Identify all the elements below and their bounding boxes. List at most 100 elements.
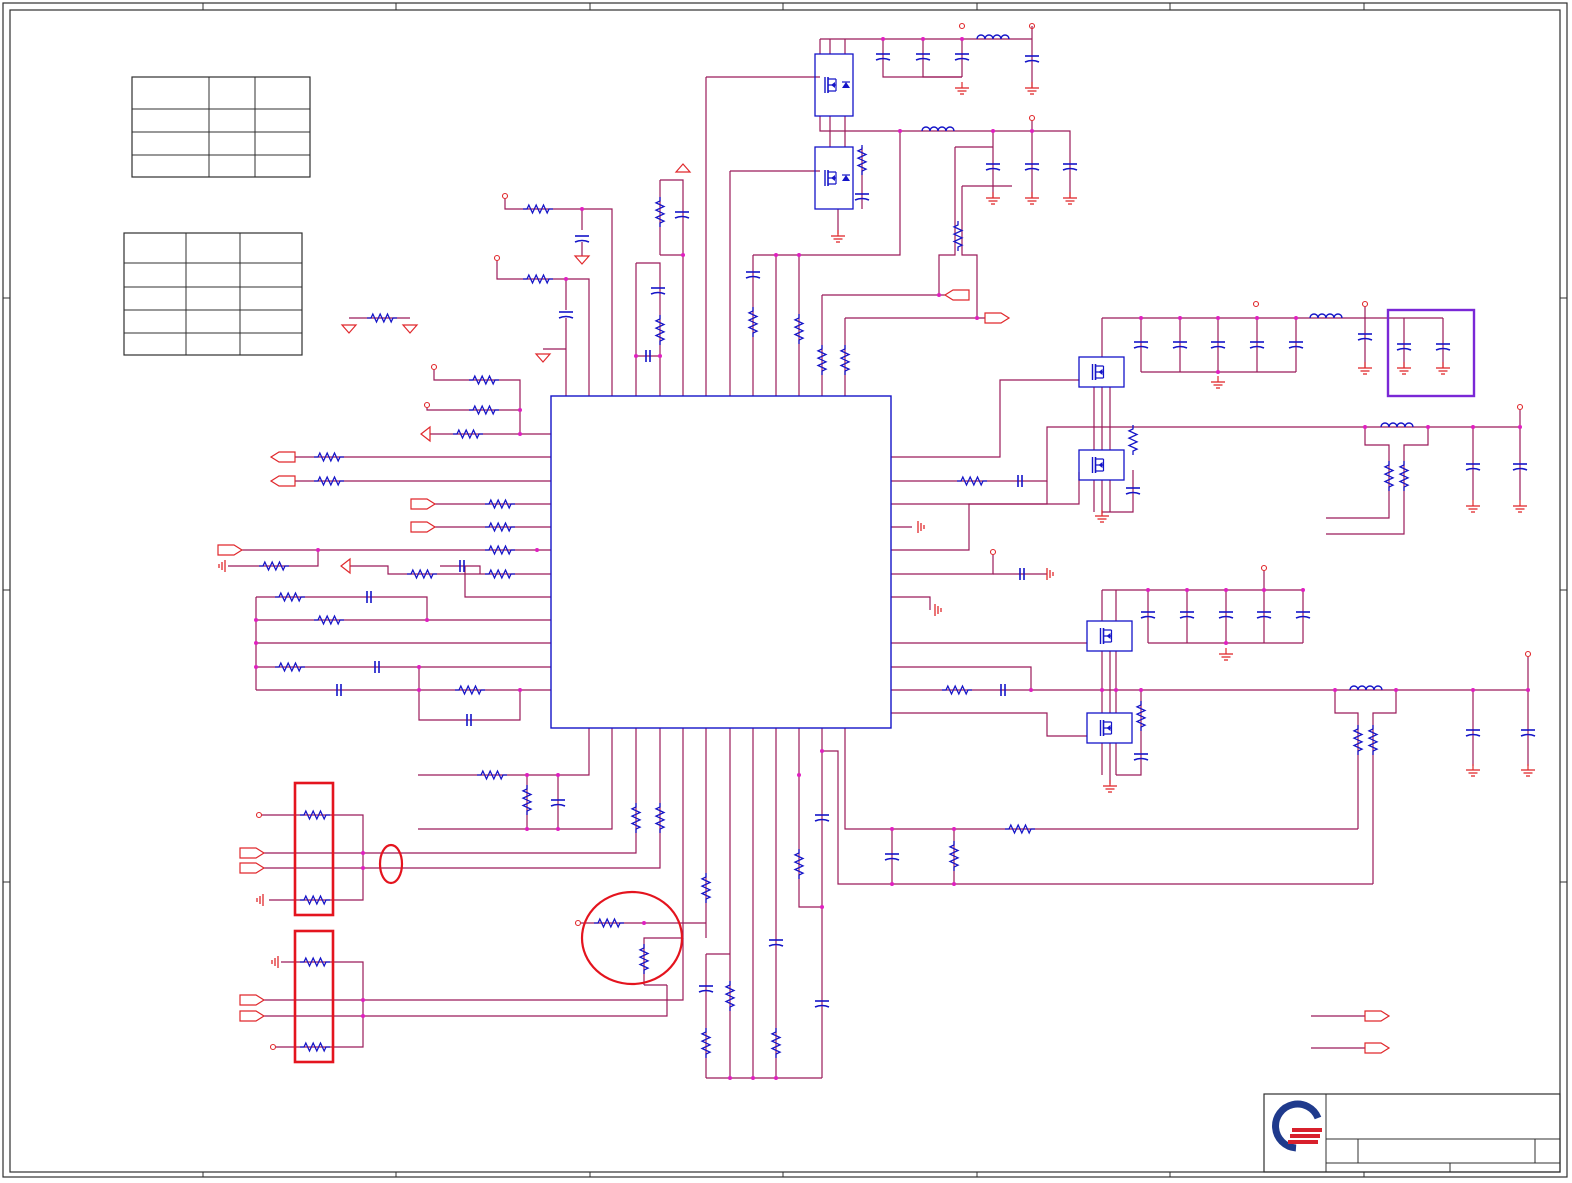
net-flag-icon xyxy=(943,289,970,301)
junction-dot xyxy=(1363,425,1367,429)
capacitor-plate xyxy=(650,291,666,295)
wire xyxy=(1102,470,1134,513)
junction-dot xyxy=(518,432,522,436)
power-port-icon xyxy=(674,163,692,173)
wires xyxy=(228,26,1529,1079)
resistor-icon xyxy=(259,560,289,572)
wire xyxy=(496,261,590,396)
junction-dot xyxy=(921,37,925,41)
wire xyxy=(891,596,931,610)
resistor-icon xyxy=(770,1028,782,1058)
wire xyxy=(1334,690,1359,829)
ground-icon xyxy=(1466,764,1480,777)
wire xyxy=(504,199,613,396)
power-port-icon xyxy=(989,548,997,556)
ground-icon xyxy=(1521,764,1535,777)
power-port-icon xyxy=(573,255,591,265)
junction-dot xyxy=(1262,588,1266,592)
wire xyxy=(891,555,994,575)
power-port-icon xyxy=(420,425,431,443)
resistor-icon xyxy=(948,841,960,871)
ground-icon xyxy=(1397,362,1411,375)
wire xyxy=(938,147,956,295)
ground-icon xyxy=(1211,376,1225,389)
junction-dot xyxy=(681,253,685,257)
junction-dot xyxy=(1333,688,1337,692)
schematic-sheet xyxy=(0,0,1572,1183)
net-flag-icon xyxy=(239,1010,266,1022)
wire xyxy=(262,814,364,901)
sheet-frame xyxy=(2,2,1568,1178)
junction-dot xyxy=(254,665,258,669)
logo-stripe xyxy=(1288,1140,1318,1144)
power-port-icon xyxy=(574,919,582,927)
mosfet-icon xyxy=(814,53,854,117)
junction-dot xyxy=(518,688,522,692)
junction-dot xyxy=(417,665,421,669)
resistor-icon xyxy=(300,956,330,968)
wire xyxy=(433,370,551,435)
junction-dot xyxy=(1471,688,1475,692)
power-port-icon xyxy=(340,557,351,575)
mosfet-diode xyxy=(842,82,850,88)
junction-dot xyxy=(890,827,894,831)
wire xyxy=(891,666,1032,690)
wire xyxy=(636,262,661,396)
resistor-icon xyxy=(1352,725,1364,755)
junction-dot xyxy=(316,548,320,552)
wire xyxy=(276,961,364,1048)
power-port-icon xyxy=(269,1043,277,1051)
components xyxy=(259,34,1536,1058)
inner-border xyxy=(9,9,1561,1173)
highlight-box xyxy=(293,781,335,917)
ground-icon xyxy=(1436,362,1450,375)
power-port-icon xyxy=(958,22,966,30)
junction-dot xyxy=(1216,370,1220,374)
junction-dot xyxy=(820,749,824,753)
ground-icon xyxy=(271,956,279,968)
capacitor-icon xyxy=(650,287,666,295)
net-flag-icon xyxy=(239,847,266,859)
option-table-1 xyxy=(131,76,311,178)
junction-dot xyxy=(1100,688,1104,692)
highlight-marks xyxy=(293,308,1476,1064)
junction-dot xyxy=(952,882,956,886)
junction-dot xyxy=(1394,688,1398,692)
junction-dot xyxy=(658,354,662,358)
power-port-icon xyxy=(501,192,509,200)
junction-dot xyxy=(1471,425,1475,429)
junction-dot xyxy=(535,548,539,552)
option-tables xyxy=(123,76,311,356)
junction-dot xyxy=(556,827,560,831)
wire xyxy=(363,728,661,869)
resistor-icon xyxy=(485,544,515,556)
junction-dot xyxy=(751,1076,755,1080)
capacitor-icon xyxy=(558,311,574,319)
resistor-icon xyxy=(654,315,666,345)
resistor-icon xyxy=(477,769,507,781)
junctions xyxy=(254,37,1530,1080)
junction-dot xyxy=(1426,425,1430,429)
capacitor-icon xyxy=(674,211,690,219)
junction-dot xyxy=(797,253,801,257)
ground-icon xyxy=(1466,500,1480,513)
net-flag-icon xyxy=(984,312,1011,324)
resistor-icon xyxy=(275,661,305,673)
resistor-icon xyxy=(485,498,515,510)
junction-dot xyxy=(1294,316,1298,320)
power-port-icon xyxy=(423,401,431,409)
net-flag-icon xyxy=(410,498,437,510)
junction-dot xyxy=(898,129,902,133)
junction-dot xyxy=(797,773,801,777)
capacitor-icon xyxy=(574,235,590,243)
resistor-icon xyxy=(724,981,736,1011)
junction-dot xyxy=(1139,688,1143,692)
junction-dot xyxy=(642,921,646,925)
resistor-icon xyxy=(1135,701,1147,731)
mosfet-icon xyxy=(1086,620,1133,652)
controller-ic xyxy=(550,395,892,729)
power-port-icon xyxy=(493,254,501,262)
wire xyxy=(891,379,1079,458)
resistor-icon xyxy=(300,894,330,906)
junction-dot xyxy=(1224,588,1228,592)
